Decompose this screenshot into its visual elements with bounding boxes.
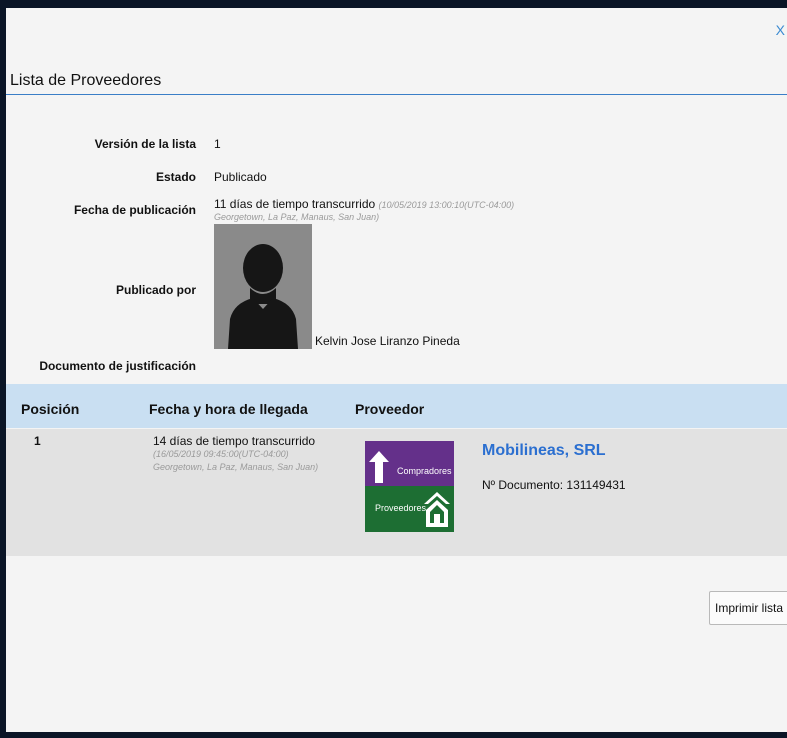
row-timezone: Georgetown, La Paz, Manaus, San Juan) xyxy=(153,462,319,472)
version-value: 1 xyxy=(214,137,221,151)
publication-date-label: Fecha de publicación xyxy=(73,203,196,217)
version-label: Versión de la lista xyxy=(94,137,196,151)
row-timestamp: (16/05/2019 09:45:00(UTC-04:00) xyxy=(153,449,289,459)
grid-header: Posición Fecha y hora de llegada Proveed… xyxy=(6,384,787,428)
supplier-list-dialog: X Lista de Proveedores Versión de la lis… xyxy=(6,8,787,732)
logo-suppliers-band: Proveedores xyxy=(365,486,454,532)
status-label: Estado xyxy=(155,170,196,184)
publisher-name: Kelvin Jose Liranzo Pineda xyxy=(315,334,460,348)
avatar xyxy=(214,224,312,349)
row-position: 1 xyxy=(34,434,41,448)
justification-document-label: Documento de justificación xyxy=(39,359,196,373)
title-divider xyxy=(6,94,787,95)
column-supplier[interactable]: Proveedor xyxy=(355,401,424,417)
logo-buyers-band: Compradores xyxy=(365,441,454,486)
supplier-document: Nº Documento: 131149431 xyxy=(482,478,626,492)
close-icon[interactable]: X xyxy=(776,22,785,38)
user-silhouette-icon xyxy=(228,244,298,349)
publication-elapsed: 11 días de tiempo transcurrido xyxy=(214,197,376,211)
supplier-name-link[interactable]: Mobilineas, SRL xyxy=(482,442,606,460)
status-value: Publicado xyxy=(214,170,267,184)
column-position[interactable]: Posición xyxy=(21,401,79,417)
dialog-title: Lista de Proveedores xyxy=(10,72,162,89)
publication-date-value: 11 días de tiempo transcurrido (10/05/20… xyxy=(214,197,514,211)
row-elapsed: 14 días de tiempo transcurrido xyxy=(153,434,316,448)
house-icon xyxy=(424,492,450,527)
logo-buyers-text: Compradores xyxy=(397,466,452,476)
up-arrow-icon xyxy=(369,451,389,483)
supplier-logo: Compradores Proveedores xyxy=(365,441,454,532)
print-list-button[interactable]: Imprimir lista xyxy=(709,591,787,625)
published-by-label: Publicado por xyxy=(115,283,196,297)
publication-timestamp: (10/05/2019 13:00:10(UTC-04:00) xyxy=(378,200,515,210)
logo-suppliers-text: Proveedores xyxy=(375,503,427,513)
publication-timezone: Georgetown, La Paz, Manaus, San Juan) xyxy=(214,212,380,222)
column-arrival-date[interactable]: Fecha y hora de llegada xyxy=(149,401,308,417)
